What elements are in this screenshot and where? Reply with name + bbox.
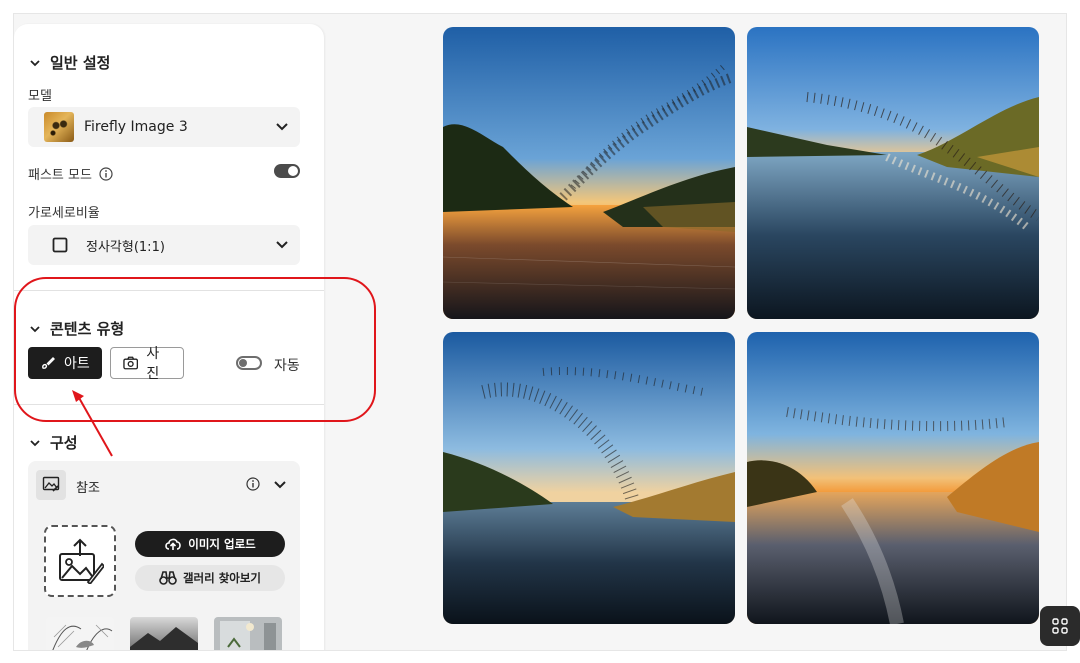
chevron-down-icon[interactable] bbox=[274, 481, 286, 489]
grid-view-button[interactable] bbox=[1040, 606, 1080, 646]
browse-gallery-button[interactable]: 갤러리 찾아보기 bbox=[135, 565, 285, 591]
aspect-ratio-select[interactable]: 정사각형(1:1) bbox=[28, 225, 300, 265]
annotation-arrow bbox=[72, 390, 113, 457]
general-settings-title: 일반 설정 bbox=[50, 54, 111, 72]
image-drop-zone[interactable] bbox=[44, 525, 116, 597]
chevron-down-icon bbox=[30, 439, 40, 446]
river-sunset-birds-image bbox=[747, 27, 1039, 319]
model-label: 모델 bbox=[28, 89, 52, 104]
fast-mode-label: 패스트 모드 bbox=[28, 168, 92, 183]
aspect-ratio-label: 가로세로비율 bbox=[28, 206, 100, 221]
model-value: Firefly Image 3 bbox=[84, 119, 188, 135]
reference-sample-thumbnail[interactable] bbox=[130, 617, 198, 650]
sketch-bird-thumbnail bbox=[46, 617, 114, 650]
upload-image-button[interactable]: 이미지 업로드 bbox=[135, 531, 285, 557]
chevron-down-icon bbox=[30, 59, 40, 66]
river-sunset-birds-image bbox=[443, 332, 735, 624]
model-thumbnail bbox=[44, 112, 74, 142]
grid-icon bbox=[1052, 618, 1068, 634]
fast-mode-row: 패스트 모드 bbox=[28, 164, 113, 183]
reference-sample-thumbnail[interactable] bbox=[214, 617, 282, 650]
image-upload-icon bbox=[59, 538, 104, 584]
info-icon[interactable] bbox=[246, 477, 260, 491]
aspect-ratio-value: 정사각형(1:1) bbox=[86, 239, 165, 255]
reference-label: 참조 bbox=[76, 481, 100, 496]
fast-mode-toggle[interactable] bbox=[274, 164, 300, 178]
info-icon[interactable] bbox=[99, 166, 113, 181]
square-icon bbox=[52, 237, 68, 253]
reference-sample-thumbnail[interactable] bbox=[46, 617, 114, 650]
general-settings-header[interactable]: 일반 설정 bbox=[30, 52, 110, 73]
mountain-thumbnail bbox=[130, 617, 198, 650]
annotation-highlight bbox=[14, 277, 376, 422]
generated-image-1[interactable] bbox=[443, 27, 735, 319]
browse-gallery-label: 갤러리 찾아보기 bbox=[182, 571, 262, 585]
river-sunset-birds-image bbox=[443, 27, 735, 319]
binoculars-icon bbox=[159, 571, 177, 585]
generated-image-3[interactable] bbox=[443, 332, 735, 624]
reference-icon-box bbox=[36, 470, 66, 500]
cloud-upload-icon bbox=[165, 538, 182, 550]
model-select[interactable]: Firefly Image 3 bbox=[28, 107, 300, 147]
chevron-down-icon bbox=[276, 241, 288, 249]
generated-image-4[interactable] bbox=[747, 332, 1039, 624]
river-sunset-birds-image bbox=[747, 332, 1039, 624]
reference-image-icon bbox=[42, 476, 60, 492]
upload-image-label: 이미지 업로드 bbox=[188, 537, 256, 551]
chevron-down-icon bbox=[276, 123, 288, 131]
interior-thumbnail bbox=[214, 617, 282, 650]
generated-image-2[interactable] bbox=[747, 27, 1039, 319]
